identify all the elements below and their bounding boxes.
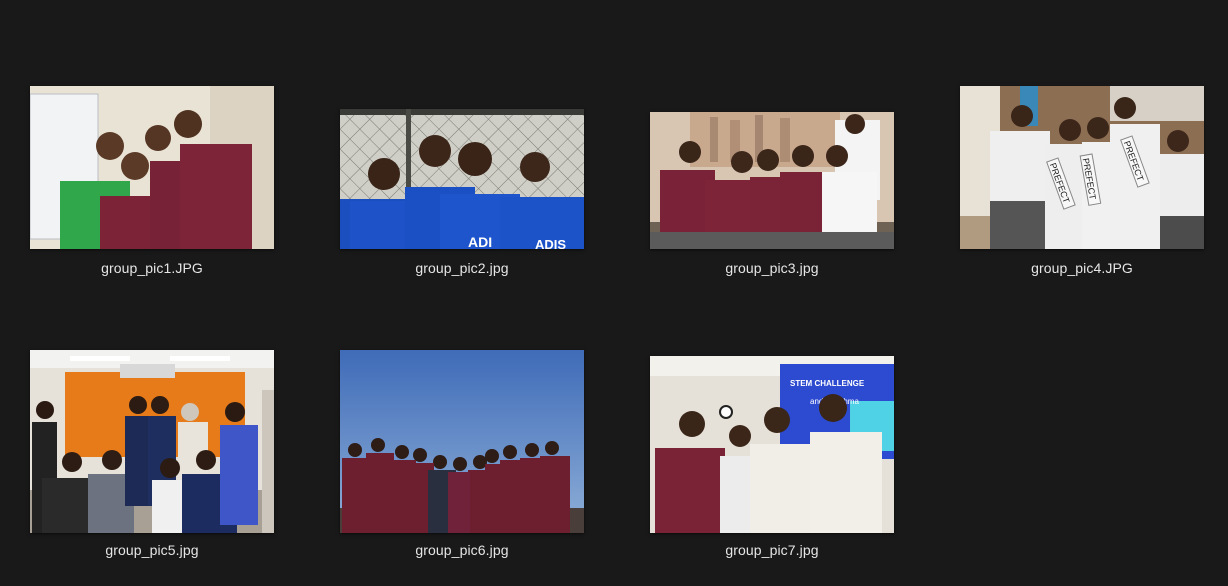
file-name-label: group_pic1.JPG (101, 260, 203, 276)
file-name-label: group_pic2.jpg (415, 260, 509, 276)
shirt-print-text: ADIS (535, 237, 566, 249)
file-tile-group-pic1[interactable]: group_pic1.JPG (30, 70, 274, 276)
thumbnail-image (650, 112, 894, 249)
file-tile-group-pic4[interactable]: PREFECT PREFECT PREFECT group_pic4.JPG (960, 70, 1204, 276)
file-name-label: group_pic4.JPG (1031, 260, 1133, 276)
file-tile-group-pic2[interactable]: ADI ADIS group_pic2.jpg (340, 70, 584, 276)
thumbnail-image (30, 350, 274, 533)
file-name-label: group_pic7.jpg (725, 542, 819, 558)
file-tile-group-pic6[interactable]: group_pic6.jpg (340, 334, 584, 558)
screen-title-text: STEM CHALLENGE (790, 379, 865, 388)
shirt-print-text: ADI (468, 234, 492, 249)
file-tile-group-pic7[interactable]: STEM CHALLENGE and Marshma group_pic7.jp… (650, 334, 894, 558)
thumbnail-image (30, 86, 274, 249)
file-tile-group-pic3[interactable]: group_pic3.jpg (650, 70, 894, 276)
file-thumbnail-grid: group_pic1.JPG ADI ADIS group_pic2.jpg g… (0, 0, 1228, 586)
thumbnail-image: PREFECT PREFECT PREFECT (960, 86, 1204, 249)
file-name-label: group_pic5.jpg (105, 542, 199, 558)
thumbnail-image: STEM CHALLENGE and Marshma (650, 356, 894, 533)
file-name-label: group_pic6.jpg (415, 542, 509, 558)
thumbnail-image (340, 350, 584, 533)
file-tile-group-pic5[interactable]: group_pic5.jpg (30, 334, 274, 558)
thumbnail-image: ADI ADIS (340, 109, 584, 249)
file-name-label: group_pic3.jpg (725, 260, 819, 276)
